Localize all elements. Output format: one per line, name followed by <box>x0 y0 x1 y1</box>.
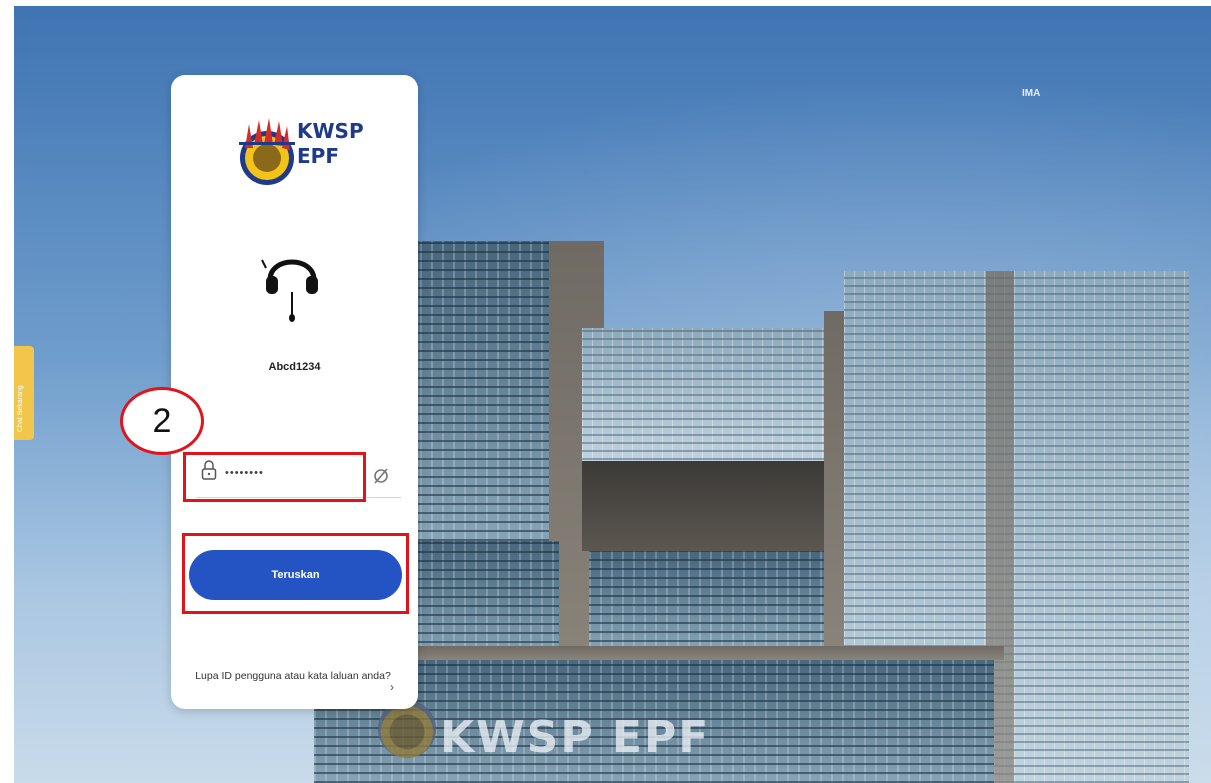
building-sign-text: KWSP EPF <box>440 712 711 763</box>
building-left-lower <box>409 541 559 661</box>
password-highlight-box <box>183 452 366 502</box>
brand-line-1: KWSP <box>297 119 364 143</box>
eye-off-icon[interactable] <box>371 466 391 486</box>
headset-avatar-icon <box>261 259 318 322</box>
brand-line-2: EPF <box>297 144 339 168</box>
username-display: Abcd1234 <box>268 361 321 373</box>
side-chat-tab-label: Chat Sekarang <box>17 385 24 432</box>
building-middle-lower <box>589 551 829 651</box>
building-middle-slab <box>582 461 832 551</box>
side-chat-tab[interactable]: Chat Sekarang <box>14 346 34 440</box>
forgot-credentials-link[interactable]: Lupa ID pengguna atau kata laluan anda? <box>188 668 398 685</box>
step-number-badge: 2 <box>120 387 204 455</box>
building-middle-upper <box>582 328 832 468</box>
top-right-text: IMA <box>1022 88 1041 99</box>
button-highlight-box <box>182 533 409 614</box>
chevron-right-icon[interactable]: › <box>390 680 394 694</box>
